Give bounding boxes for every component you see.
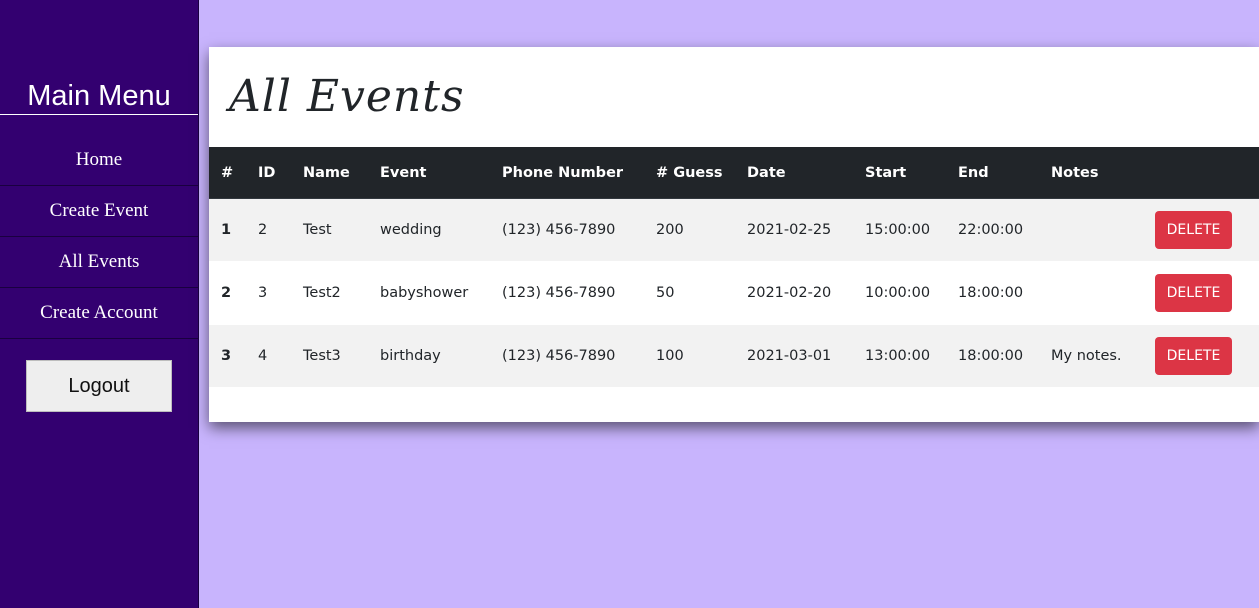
table-header-row: # ID Name Event Phone Number # Guess Dat…: [209, 147, 1259, 199]
column-header-id: ID: [258, 147, 303, 199]
column-header-number: #: [209, 147, 258, 199]
column-header-start: Start: [865, 147, 958, 199]
table-row: 3 4 Test3 birthday (123) 456-7890 100 20…: [209, 324, 1259, 388]
cell-event: birthday: [380, 324, 502, 388]
cell-end: 18:00:00: [958, 324, 1051, 388]
sidebar-item-create-account[interactable]: Create Account: [0, 288, 198, 339]
cell-end: 18:00:00: [958, 261, 1051, 325]
cell-actions: DELETE: [1155, 261, 1259, 325]
sidebar-item-all-events[interactable]: All Events: [0, 237, 198, 288]
cell-name: Test3: [303, 324, 380, 388]
cell-event: babyshower: [380, 261, 502, 325]
delete-button[interactable]: DELETE: [1155, 211, 1232, 249]
column-header-end: End: [958, 147, 1051, 199]
row-number: 2: [209, 261, 258, 325]
column-header-event: Event: [380, 147, 502, 199]
column-header-phone: Phone Number: [502, 147, 656, 199]
cell-name: Test2: [303, 261, 380, 325]
cell-actions: DELETE: [1155, 198, 1259, 262]
row-number: 1: [209, 198, 258, 262]
sidebar-title-divider: [0, 114, 198, 115]
table-row: 1 2 Test wedding (123) 456-7890 200 2021…: [209, 198, 1259, 262]
cell-start: 15:00:00: [865, 198, 958, 262]
cell-id: 4: [258, 324, 303, 388]
column-header-name: Name: [303, 147, 380, 199]
cell-phone: (123) 456-7890: [502, 261, 656, 325]
column-header-actions: [1155, 147, 1259, 199]
cell-name: Test: [303, 198, 380, 262]
sidebar: Main Menu Home Create Event All Events C…: [0, 0, 199, 608]
cell-phone: (123) 456-7890: [502, 198, 656, 262]
column-header-guests: # Guess: [656, 147, 747, 199]
events-card: All Events # ID Name Event Phone Number …: [209, 47, 1259, 422]
cell-phone: (123) 456-7890: [502, 324, 656, 388]
sidebar-item-home[interactable]: Home: [0, 135, 198, 186]
logout-button[interactable]: Logout: [26, 360, 172, 412]
cell-id: 3: [258, 261, 303, 325]
cell-guests: 50: [656, 261, 747, 325]
cell-notes: [1051, 198, 1155, 262]
cell-id: 2: [258, 198, 303, 262]
column-header-notes: Notes: [1051, 147, 1155, 199]
cell-start: 13:00:00: [865, 324, 958, 388]
cell-notes: My notes.: [1051, 324, 1155, 388]
cell-date: 2021-03-01: [747, 324, 865, 388]
delete-button[interactable]: DELETE: [1155, 337, 1232, 375]
table-row: 2 3 Test2 babyshower (123) 456-7890 50 2…: [209, 261, 1259, 325]
delete-button[interactable]: DELETE: [1155, 274, 1232, 312]
cell-actions: DELETE: [1155, 324, 1259, 388]
sidebar-nav: Home Create Event All Events Create Acco…: [0, 135, 198, 339]
row-number: 3: [209, 324, 258, 388]
sidebar-item-create-event[interactable]: Create Event: [0, 186, 198, 237]
sidebar-title: Main Menu: [27, 80, 171, 112]
cell-end: 22:00:00: [958, 198, 1051, 262]
cell-start: 10:00:00: [865, 261, 958, 325]
column-header-date: Date: [747, 147, 865, 199]
cell-notes: [1051, 261, 1155, 325]
page-title: All Events: [229, 71, 465, 122]
cell-guests: 100: [656, 324, 747, 388]
cell-event: wedding: [380, 198, 502, 262]
cell-date: 2021-02-25: [747, 198, 865, 262]
cell-guests: 200: [656, 198, 747, 262]
cell-date: 2021-02-20: [747, 261, 865, 325]
events-table: # ID Name Event Phone Number # Guess Dat…: [209, 147, 1259, 388]
